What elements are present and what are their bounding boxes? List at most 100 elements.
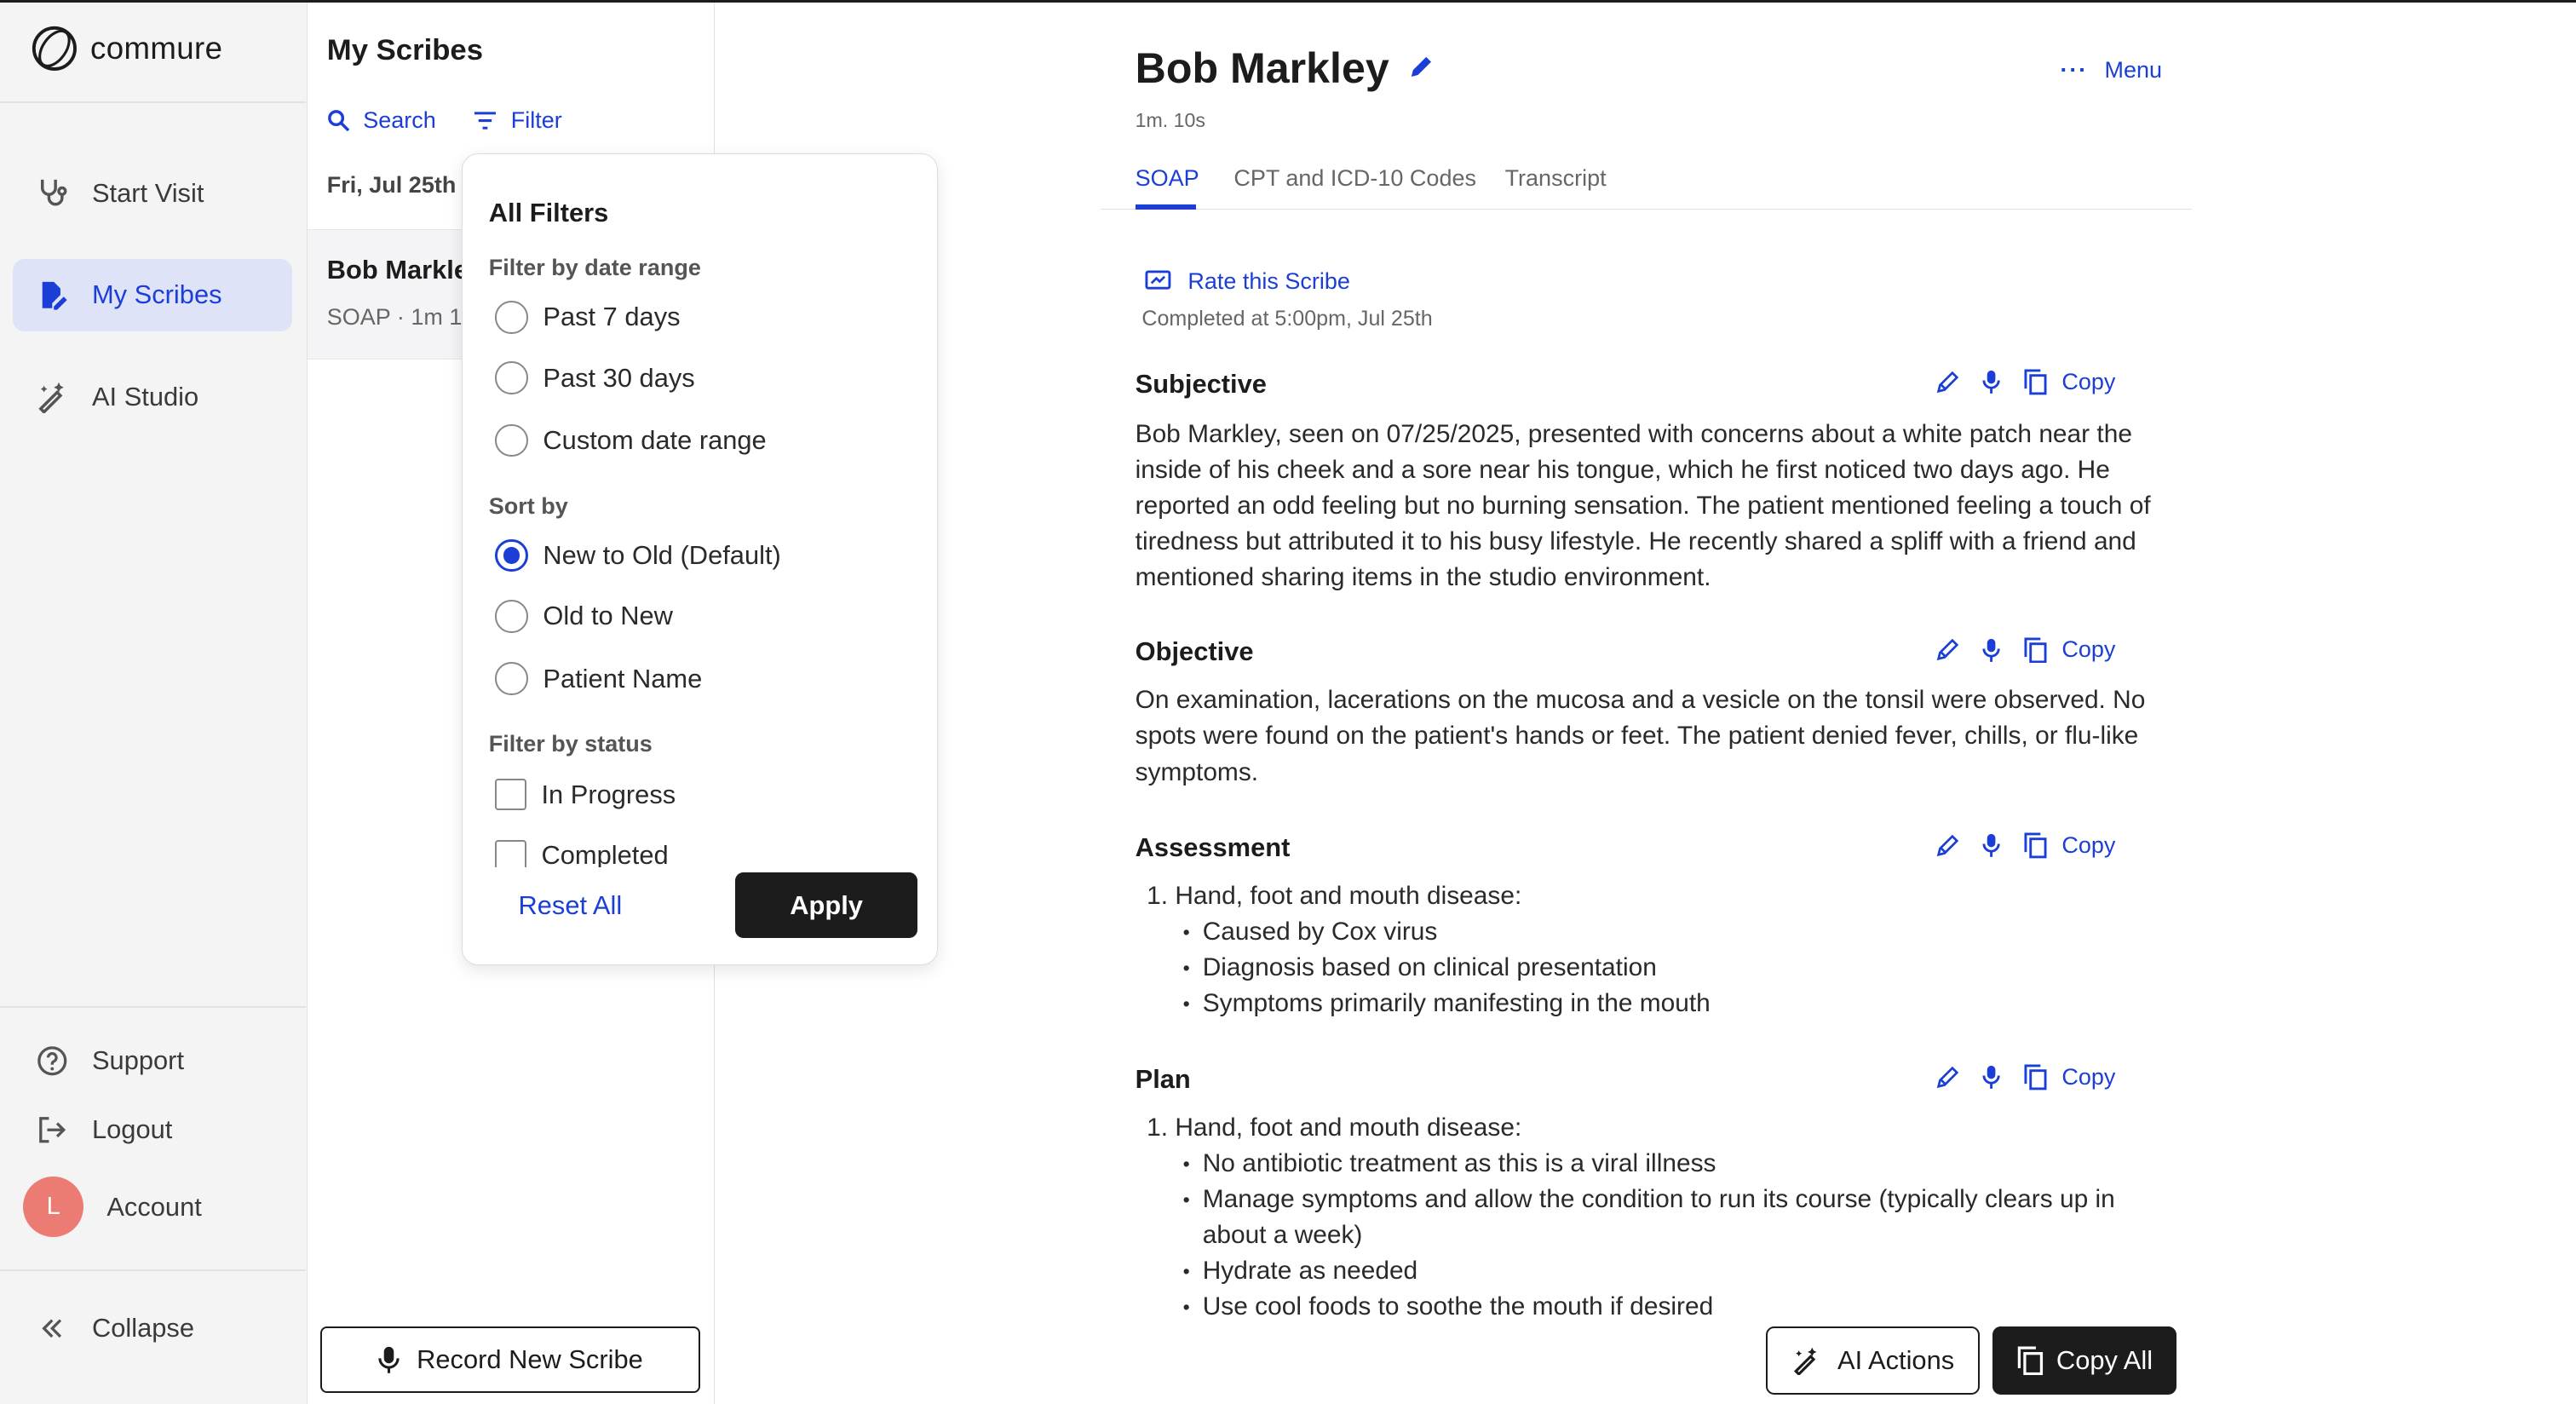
nav-item-ai-studio[interactable]: AI Studio	[13, 360, 292, 433]
nav-item-support[interactable]: Support	[13, 1025, 292, 1097]
radio-button[interactable]	[495, 423, 529, 457]
microphone-icon	[1982, 371, 2000, 394]
edit-section-button[interactable]	[1935, 1065, 1960, 1090]
section-actions: Copy	[1935, 636, 2115, 664]
tab-codes[interactable]: CPT and ICD-10 Codes	[1233, 165, 1476, 192]
copy-label: Copy	[2061, 831, 2116, 858]
filters-scroll-area[interactable]: All Filters Filter by date range Past 7 …	[463, 154, 937, 868]
edit-section-button[interactable]	[1935, 370, 1960, 394]
completed-time: Completed at 5:00pm, Jul 25th	[1141, 306, 1433, 331]
dictate-section-button[interactable]	[1981, 637, 2001, 664]
list-item: Hydrate as needed	[1183, 1253, 2136, 1289]
search-button[interactable]: Search	[327, 107, 436, 134]
rate-scribe-link[interactable]: Rate this Scribe	[1145, 268, 1350, 295]
section-actions: Copy	[1935, 832, 2115, 859]
radio-button[interactable]	[495, 361, 529, 394]
date-option-past-30-days[interactable]: Past 30 days	[495, 361, 695, 394]
pencil-icon	[1936, 371, 1959, 394]
dictate-section-button[interactable]	[1981, 1064, 2001, 1090]
edit-section-button[interactable]	[1935, 637, 1960, 662]
apply-button[interactable]: Apply	[735, 872, 918, 939]
copy-icon	[2024, 832, 2047, 859]
copy-icon	[2017, 1346, 2043, 1375]
plan-item-heading: 1. Hand, foot and mouth disease:	[1147, 1113, 1522, 1142]
radio-button[interactable]	[495, 600, 529, 633]
filters-title: All Filters	[488, 197, 609, 227]
nav-item-label: Support	[91, 1045, 185, 1075]
nav-item-account[interactable]: L Account	[13, 1171, 292, 1243]
rate-label: Rate this Scribe	[1187, 268, 1350, 295]
date-option-custom-range[interactable]: Custom date range	[495, 423, 767, 457]
copy-section-button[interactable]: Copy	[2024, 1064, 2115, 1090]
nav-item-label: My Scribes	[91, 279, 222, 310]
list-item: Caused by Cox virus	[1183, 914, 2136, 950]
assessment-item-heading: 1. Hand, foot and mouth disease:	[1147, 881, 1522, 910]
date-option-past-7-days[interactable]: Past 7 days	[495, 301, 681, 334]
option-label: Custom date range	[543, 424, 767, 455]
patient-name: Bob Markley	[1135, 44, 1389, 93]
search-icon	[327, 110, 350, 132]
status-option-in-progress[interactable]: In Progress	[495, 779, 676, 810]
section-title-assessment: Assessment	[1135, 831, 1291, 862]
checkbox[interactable]	[495, 839, 527, 868]
radio-button-selected[interactable]	[495, 538, 529, 573]
meta-dot: ·	[396, 303, 411, 330]
help-circle-icon	[36, 1044, 69, 1078]
more-horizontal-icon: ···	[2060, 56, 2089, 83]
ai-actions-button[interactable]: AI Actions	[1766, 1326, 1980, 1395]
copy-label: Copy	[2061, 636, 2116, 663]
plan-bullets: No antibiotic treatment as this is a vir…	[1183, 1146, 2136, 1338]
nav-item-logout[interactable]: Logout	[13, 1094, 292, 1166]
chevrons-left-icon	[36, 1312, 69, 1345]
pencil-icon	[1936, 834, 1959, 857]
option-label: Patient Name	[543, 663, 703, 693]
nav-divider	[0, 1006, 306, 1009]
pencil-icon	[1936, 1066, 1959, 1089]
ai-actions-label: AI Actions	[1837, 1344, 1955, 1375]
sort-option-new-to-old[interactable]: New to Old (Default)	[495, 538, 781, 573]
collapse-button[interactable]: Collapse	[13, 1292, 292, 1365]
pencil-icon	[1411, 56, 1431, 77]
copy-section-button[interactable]: Copy	[2024, 369, 2115, 395]
filter-button[interactable]: Filter	[473, 107, 562, 134]
edit-name-button[interactable]	[1408, 54, 1435, 80]
list-item: Diagnosis based on clinical presentation	[1183, 950, 2136, 986]
pencil-icon	[1936, 639, 1959, 661]
option-label: Completed	[541, 839, 669, 868]
tab-soap[interactable]: SOAP	[1136, 165, 1199, 192]
option-label: Past 7 days	[543, 302, 681, 332]
menu-button[interactable]: ··· Menu	[2060, 57, 2162, 83]
section-text-subjective: Bob Markley, seen on 07/25/2025, present…	[1135, 420, 2151, 592]
tab-transcript[interactable]: Transcript	[1505, 165, 1607, 192]
radio-button[interactable]	[495, 662, 529, 695]
option-label: Old to New	[543, 601, 673, 631]
radio-button[interactable]	[495, 301, 529, 334]
reset-all-button[interactable]: Reset All	[518, 890, 622, 921]
list-title: My Scribes	[326, 33, 484, 66]
copy-section-button[interactable]: Copy	[2024, 832, 2115, 859]
copy-icon	[2024, 1064, 2047, 1090]
edit-section-button[interactable]	[1935, 833, 1960, 858]
dictate-section-button[interactable]	[1981, 369, 2001, 395]
section-title-plan: Plan	[1135, 1063, 1191, 1094]
magic-wand-icon	[1794, 1347, 1817, 1376]
app-window: commure Start Visit My Scribes AI Studio	[0, 0, 2576, 1404]
nav-item-start-visit[interactable]: Start Visit	[13, 157, 292, 229]
nav-item-my-scribes[interactable]: My Scribes	[13, 258, 293, 331]
record-new-scribe-button[interactable]: Record New Scribe	[320, 1326, 700, 1393]
dictate-section-button[interactable]	[1981, 832, 2001, 859]
sort-option-old-to-new[interactable]: Old to New	[495, 600, 673, 633]
sort-option-patient-name[interactable]: Patient Name	[495, 662, 702, 695]
section-actions: Copy	[1935, 1064, 2115, 1090]
sort-by-label: Sort by	[488, 492, 568, 519]
status-option-completed[interactable]: Completed	[495, 839, 669, 868]
copy-section-button[interactable]: Copy	[2024, 636, 2115, 663]
section-title-subjective: Subjective	[1135, 369, 1267, 400]
rating-icon	[1145, 270, 1171, 291]
list-item: Use cool foods to soothe the mouth if de…	[1183, 1289, 2136, 1325]
status-label: Filter by status	[488, 731, 653, 757]
left-nav: commure Start Visit My Scribes AI Studio	[0, 3, 308, 1404]
checkbox[interactable]	[495, 779, 527, 810]
brand-logo[interactable]: commure	[30, 24, 223, 73]
copy-all-button[interactable]: Copy All	[1992, 1326, 2177, 1395]
